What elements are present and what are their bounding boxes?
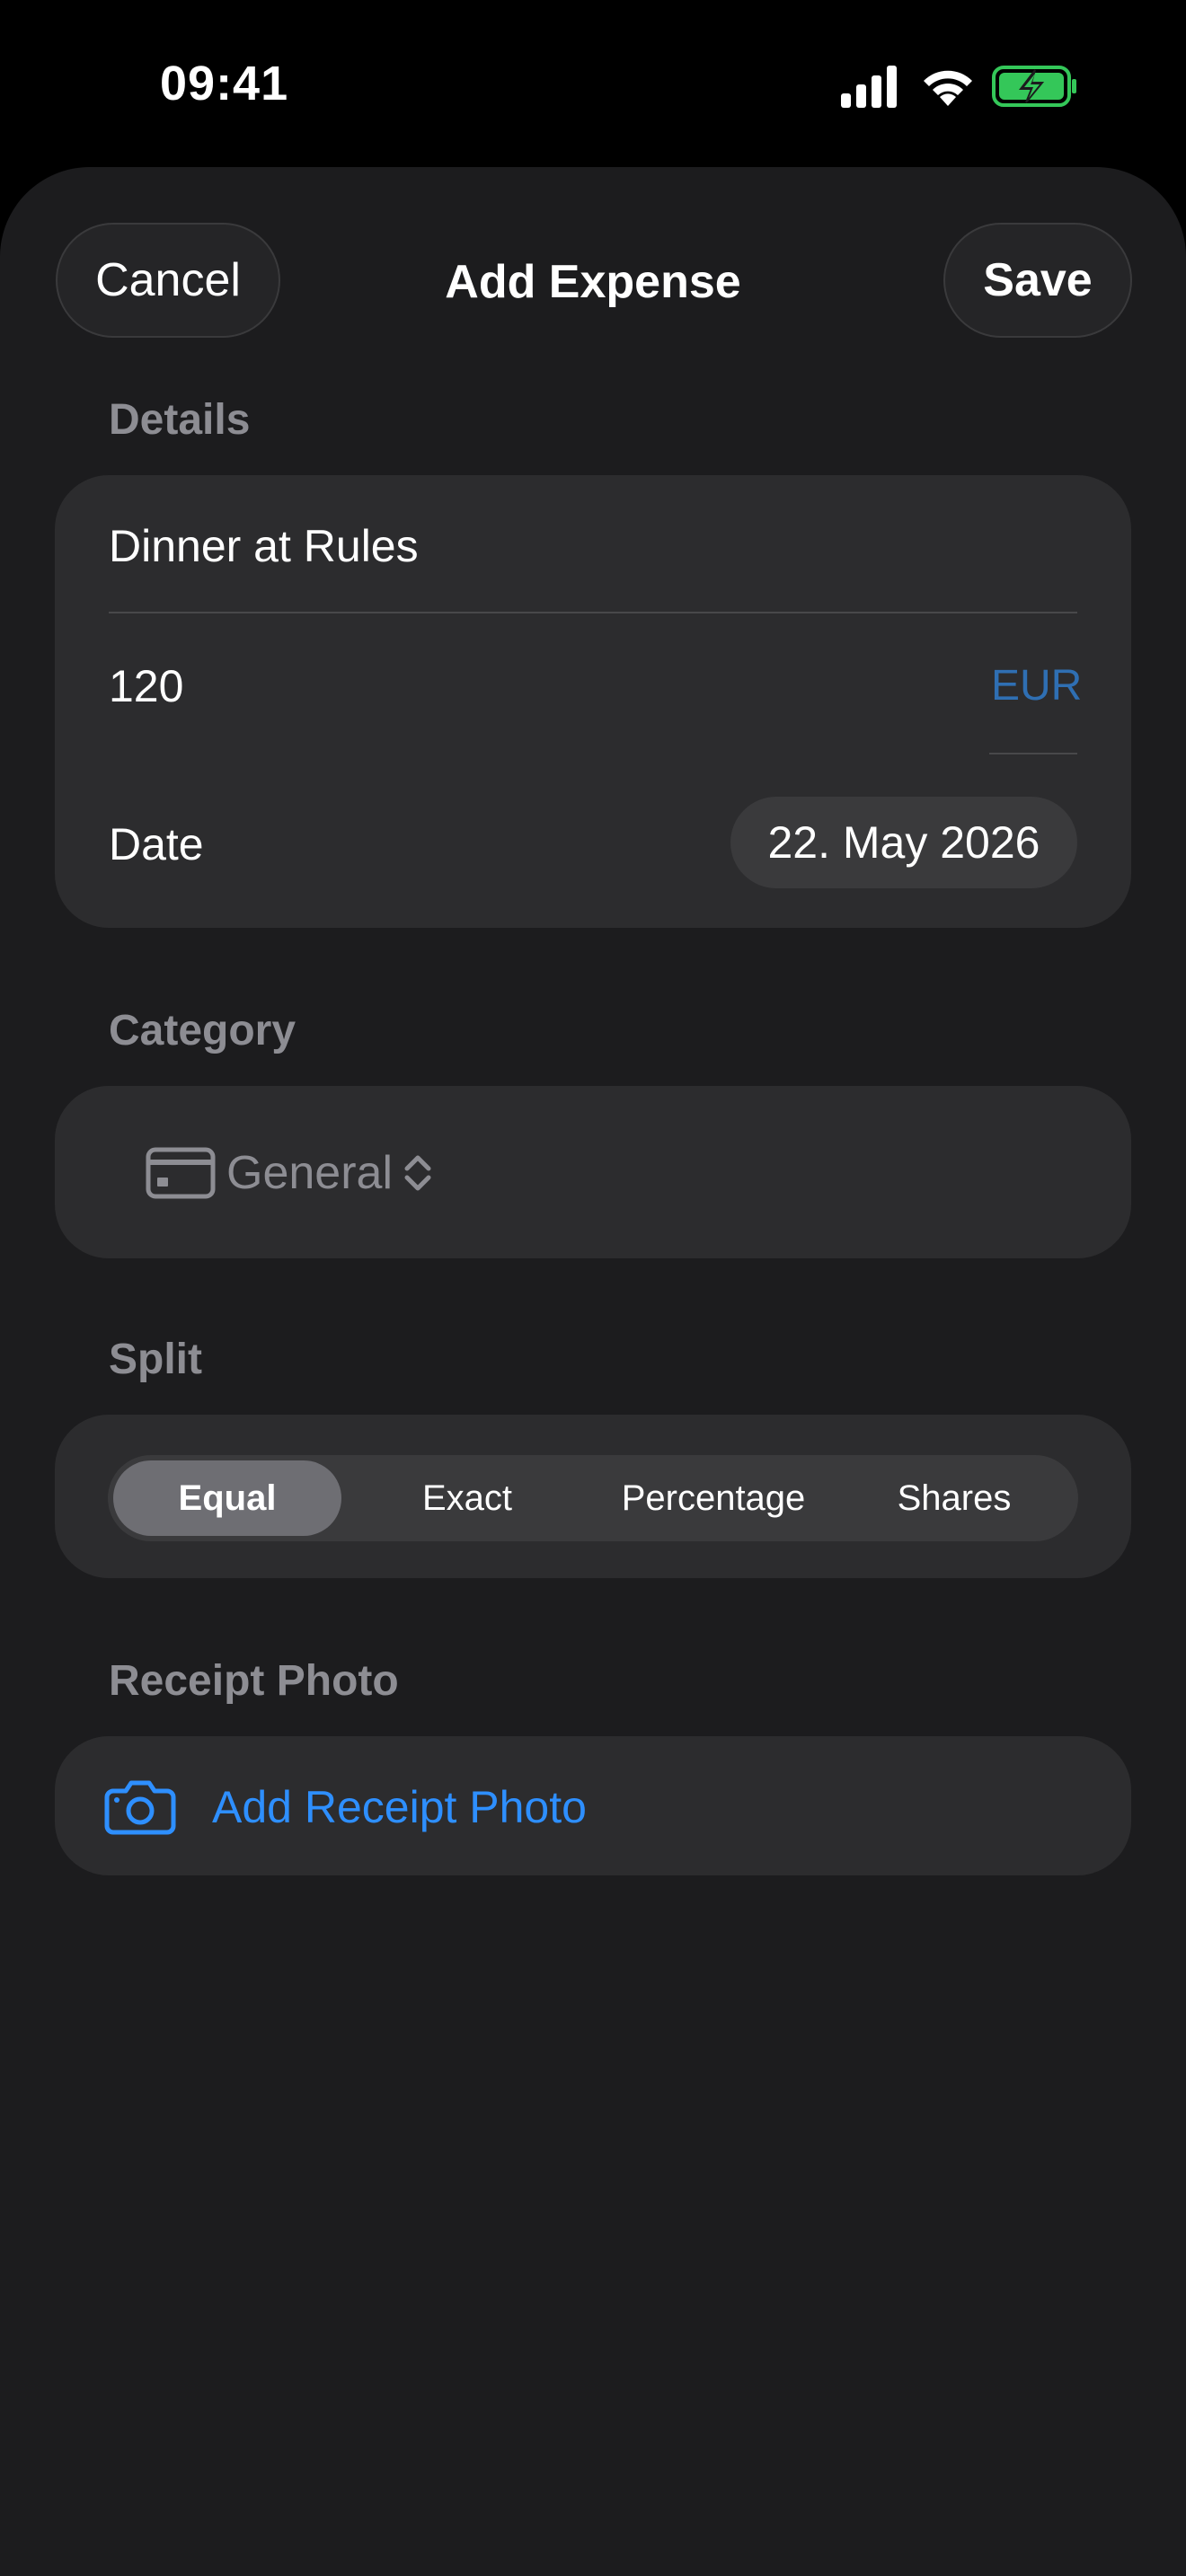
chevron-up-down-icon	[404, 1155, 431, 1191]
amount-field[interactable]: 120	[109, 660, 183, 712]
split-segmented-control: Equal Exact Percentage Shares	[108, 1455, 1078, 1541]
category-selected-label: General	[226, 1147, 393, 1199]
battery-charging-icon	[992, 66, 1076, 107]
category-section-header: Category	[109, 1007, 296, 1054]
split-option-shares[interactable]: Shares	[836, 1455, 1073, 1541]
split-option-exact[interactable]: Exact	[350, 1455, 584, 1541]
split-option-equal[interactable]: Equal	[113, 1460, 341, 1536]
add-receipt-photo-label: Add Receipt Photo	[212, 1782, 587, 1832]
description-divider	[109, 612, 1077, 613]
receipt-section-header: Receipt Photo	[109, 1657, 399, 1705]
status-time: 09:41	[160, 57, 289, 110]
split-section-header: Split	[109, 1336, 202, 1383]
credit-card-icon	[146, 1147, 216, 1199]
wifi-icon	[924, 70, 972, 106]
save-button[interactable]: Save	[943, 223, 1132, 338]
date-picker-button[interactable]: 22. May 2026	[730, 797, 1077, 888]
cellular-signal-icon	[841, 66, 897, 108]
status-bar: 09:41	[0, 0, 1186, 167]
currency-picker[interactable]: EUR	[991, 661, 1082, 710]
date-label: Date	[109, 819, 204, 869]
details-section-header: Details	[109, 396, 251, 444]
currency-underline	[989, 753, 1077, 754]
add-receipt-photo-button[interactable]: Add Receipt Photo	[104, 1773, 587, 1841]
category-picker[interactable]: General	[146, 1142, 436, 1204]
description-field[interactable]: Dinner at Rules	[109, 520, 419, 572]
split-option-percentage[interactable]: Percentage	[593, 1455, 834, 1541]
camera-icon	[104, 1780, 176, 1835]
